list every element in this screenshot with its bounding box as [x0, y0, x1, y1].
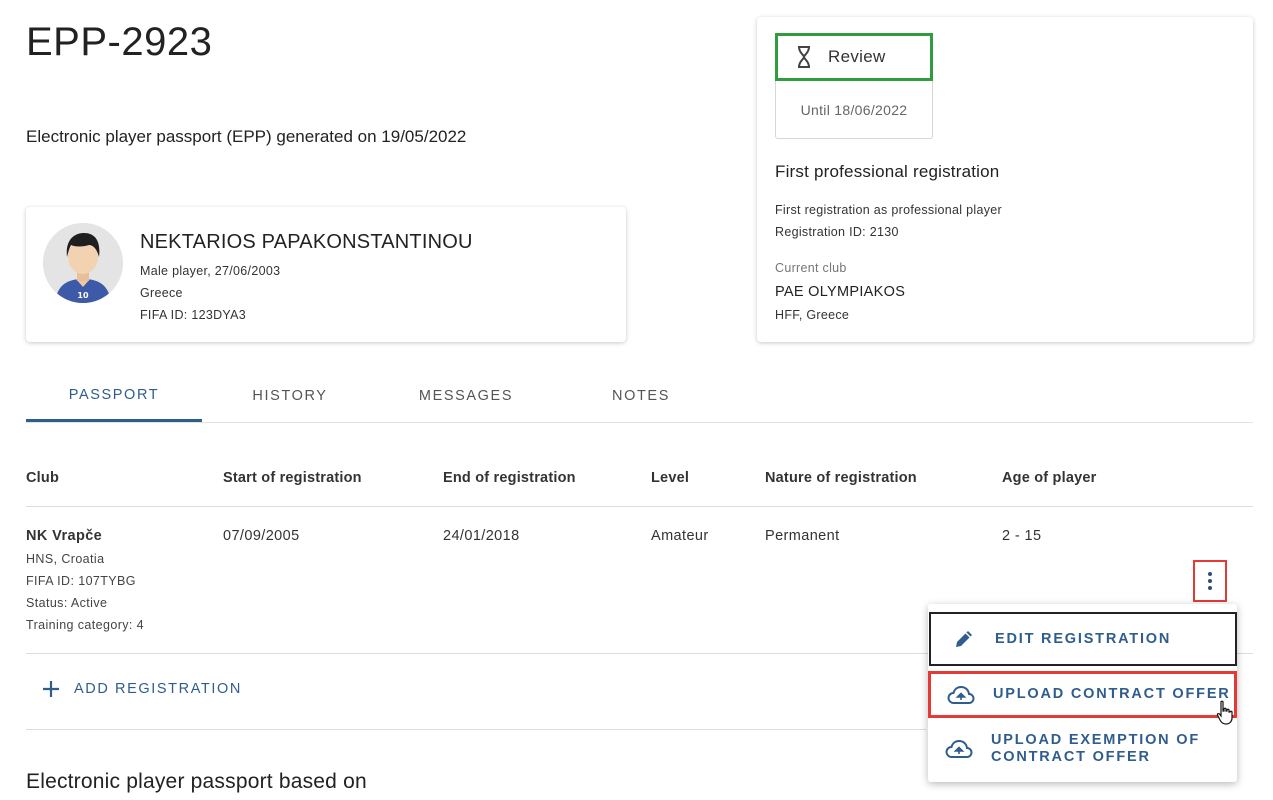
- section-title: Electronic player passport based on: [26, 770, 367, 793]
- column-header-start: Start of registration: [223, 470, 362, 486]
- player-avatar-icon: 10: [43, 223, 123, 303]
- status-until-date: Until 18/06/2022: [800, 102, 908, 118]
- row-club-status: Status: Active: [26, 596, 108, 610]
- player-name: NEKTARIOS PAPAKONSTANTINOU: [140, 231, 473, 253]
- column-header-nature: Nature of registration: [765, 470, 917, 486]
- cloud-upload-icon: [947, 685, 975, 704]
- row-age: 2 - 15: [1002, 528, 1042, 544]
- status-label: Review: [828, 47, 886, 66]
- pencil-icon: [956, 631, 972, 647]
- page-subtitle: Electronic player passport (EPP) generat…: [26, 127, 467, 146]
- column-header-end: End of registration: [443, 470, 576, 486]
- current-club-label: Current club: [775, 261, 847, 275]
- registration-summary-card: Review Until 18/06/2022 First profession…: [757, 17, 1253, 342]
- menu-item-upload-exemption[interactable]: UPLOAD EXEMPTION OF CONTRACT OFFER: [928, 726, 1237, 772]
- kebab-dot: [1208, 579, 1212, 583]
- status-badge: Review: [775, 33, 933, 81]
- status-box: Review Until 18/06/2022: [775, 33, 933, 139]
- row-start-date: 07/09/2005: [223, 528, 300, 544]
- menu-item-label: UPLOAD EXEMPTION OF CONTRACT OFFER: [991, 732, 1201, 765]
- column-header-club: Club: [26, 470, 60, 486]
- kebab-dot: [1208, 572, 1212, 576]
- tab-passport[interactable]: PASSPORT: [26, 370, 202, 422]
- row-context-menu: EDIT REGISTRATION UPLOAD CONTRACT OFFER …: [928, 604, 1237, 782]
- row-end-date: 24/01/2018: [443, 528, 520, 544]
- page-title: EPP-2923: [26, 20, 213, 64]
- column-header-level: Level: [651, 470, 690, 486]
- registration-type: First professional registration: [775, 162, 1000, 181]
- row-club-association: HNS, Croatia: [26, 552, 105, 566]
- current-club-association: HFF, Greece: [775, 308, 850, 322]
- menu-item-label: UPLOAD CONTRACT OFFER: [993, 686, 1231, 702]
- row-level: Amateur: [651, 528, 709, 544]
- player-country: Greece: [140, 286, 183, 300]
- table-header-divider: [26, 506, 1253, 507]
- tab-history[interactable]: HISTORY: [202, 370, 378, 422]
- player-fifa-id: FIFA ID: 123DYA3: [140, 308, 247, 322]
- row-training-category: Training category: 4: [26, 618, 145, 632]
- tab-bar: PASSPORT HISTORY MESSAGES NOTES: [26, 370, 1253, 423]
- kebab-dot: [1208, 586, 1212, 590]
- tab-notes[interactable]: NOTES: [553, 370, 729, 422]
- avatar: 10: [43, 223, 123, 303]
- add-registration-button[interactable]: ADD REGISTRATION: [42, 680, 242, 698]
- row-club-fifa-id: FIFA ID: 107TYBG: [26, 574, 136, 588]
- plus-icon: [43, 681, 59, 697]
- registration-id: Registration ID: 2130: [775, 225, 899, 239]
- shirt-number: 10: [77, 291, 89, 300]
- hourglass-icon: [798, 46, 810, 68]
- row-nature: Permanent: [765, 528, 840, 544]
- current-club-name: PAE OLYMPIAKOS: [775, 284, 906, 300]
- hand-pointer-icon: [1216, 700, 1233, 725]
- player-gender-dob: Male player, 27/06/2003: [140, 264, 281, 278]
- section-divider: [26, 729, 926, 730]
- tab-messages[interactable]: MESSAGES: [378, 370, 554, 422]
- row-more-options-button[interactable]: [1193, 560, 1227, 602]
- player-card: 10 NEKTARIOS PAPAKONSTANTINOU Male playe…: [26, 207, 626, 342]
- menu-item-edit-registration[interactable]: EDIT REGISTRATION: [929, 612, 1237, 666]
- menu-item-upload-contract-offer[interactable]: UPLOAD CONTRACT OFFER: [928, 671, 1237, 718]
- column-header-age: Age of player: [1002, 470, 1097, 486]
- cloud-upload-icon: [945, 739, 973, 758]
- row-club-name: NK Vrapče: [26, 528, 103, 544]
- menu-item-label: EDIT REGISTRATION: [995, 630, 1172, 647]
- registration-description: First registration as professional playe…: [775, 203, 1002, 217]
- add-registration-label: ADD REGISTRATION: [74, 681, 242, 697]
